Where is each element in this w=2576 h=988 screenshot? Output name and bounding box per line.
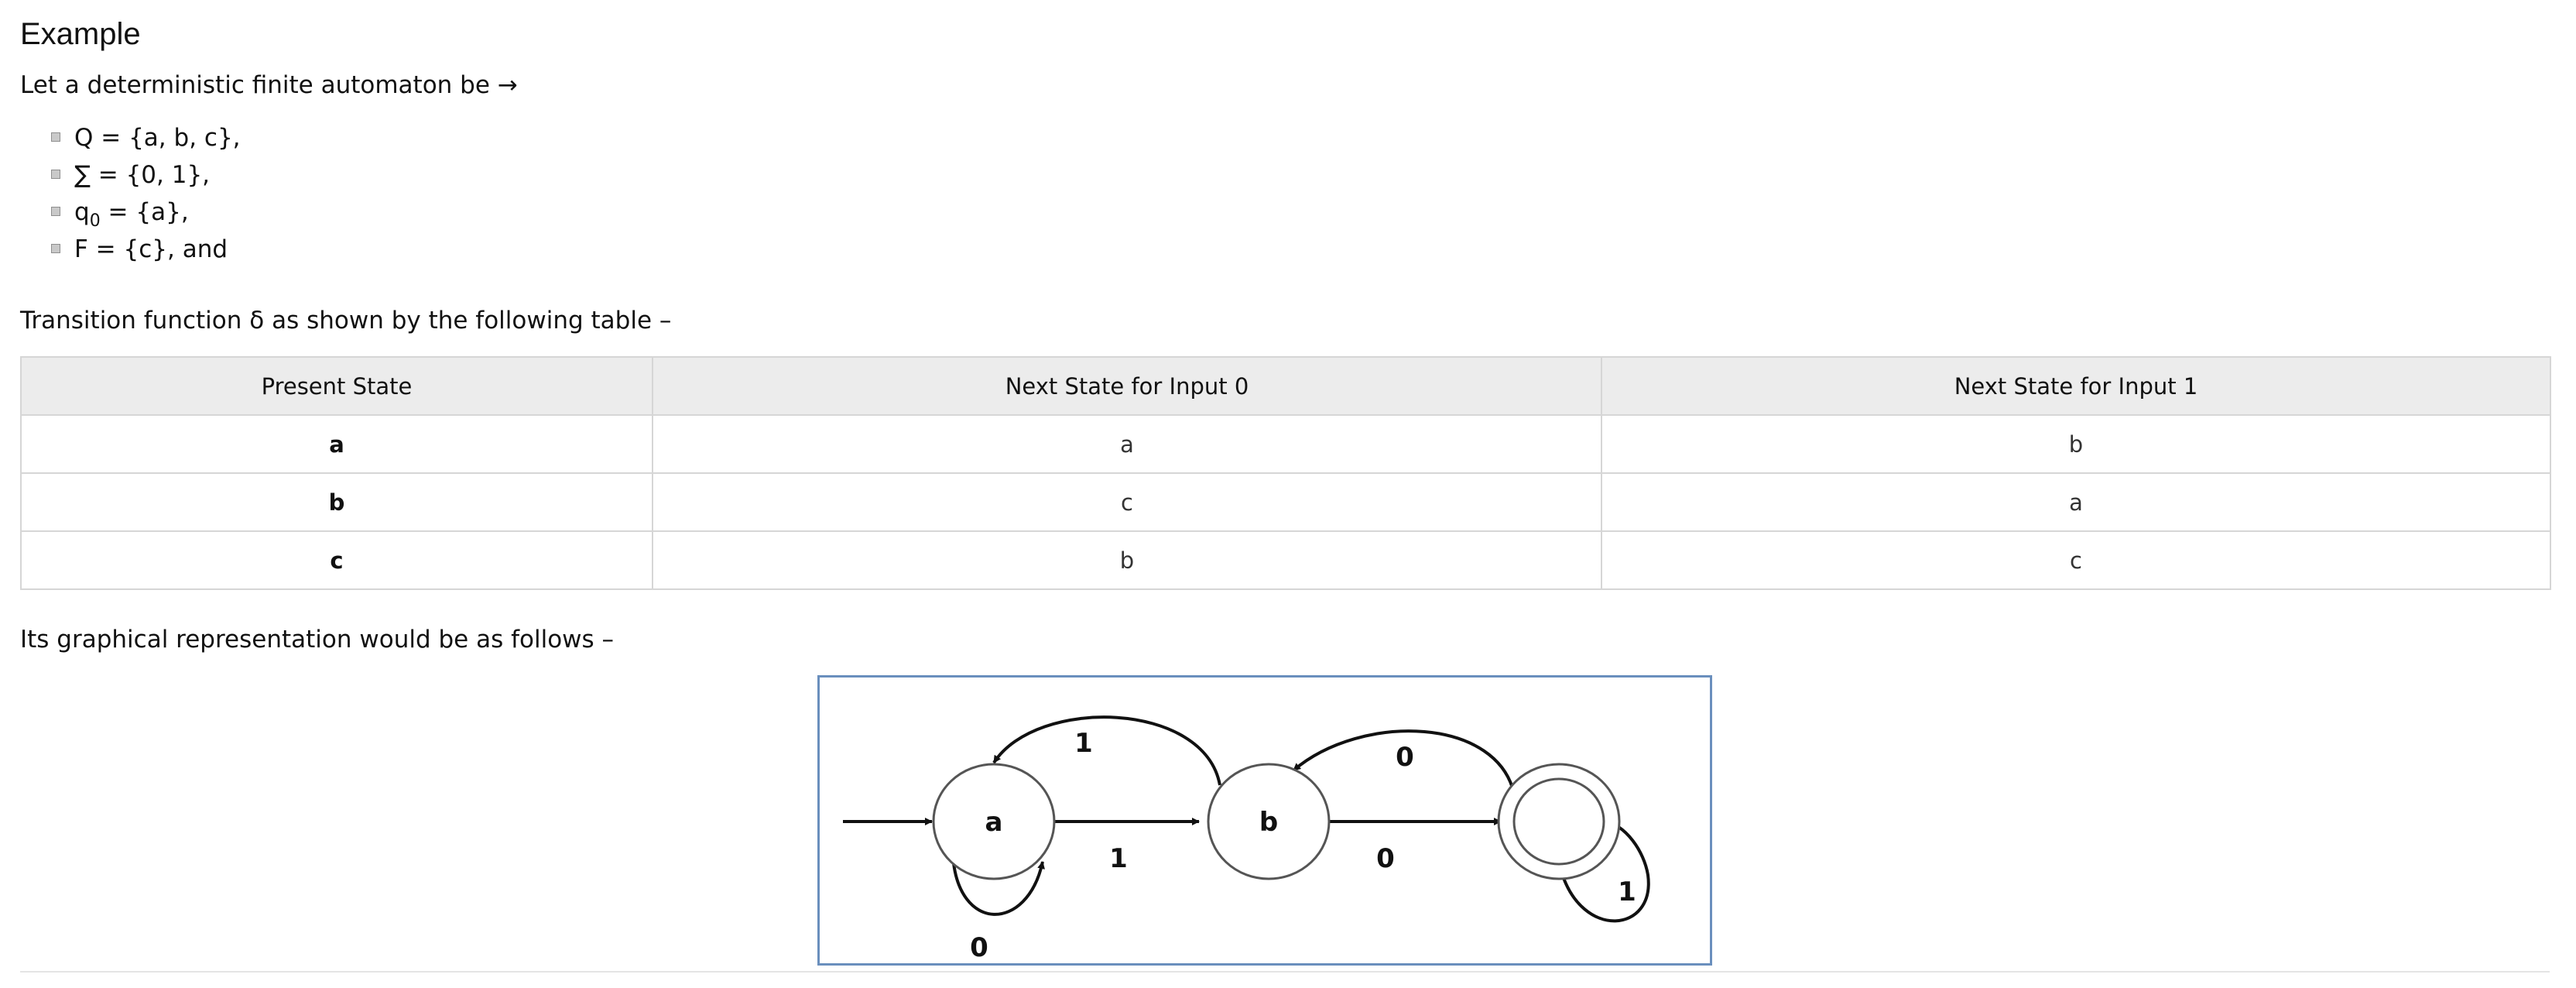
state-c-inner-circle: [1512, 777, 1605, 866]
graph-intro-text: Its graphical representation would be as…: [20, 626, 615, 654]
list-item: q0 = {a},: [51, 197, 241, 234]
table-cell: c: [652, 472, 1602, 532]
table-cell: b: [652, 530, 1602, 590]
transition-table: Present State Next State for Input 0 Nex…: [20, 356, 2551, 590]
edge-label-b-c: 0: [1376, 843, 1395, 874]
divider: [20, 971, 2550, 973]
table-row: c b c: [20, 530, 2551, 590]
dfa-diagram: a b 1 1 0 0 0 1: [817, 675, 1712, 966]
edge-label-a-b: 1: [1109, 843, 1128, 874]
table-cell: a: [1601, 472, 2551, 532]
bullet-icon: [51, 244, 60, 253]
state-a-label: a: [985, 807, 1003, 838]
table-cell: a: [652, 414, 1602, 474]
transition-intro-text: Transition function δ as shown by the fo…: [20, 307, 672, 334]
state-b-label: b: [1259, 807, 1278, 838]
table-cell: b: [1601, 414, 2551, 474]
table-header-row: Present State Next State for Input 0 Nex…: [20, 356, 2551, 416]
edge-label-b-a: 1: [1074, 728, 1093, 759]
list-item: F = {c}, and: [51, 234, 241, 271]
edge-label-c-b: 0: [1396, 742, 1414, 773]
table-row: a a b: [20, 414, 2551, 474]
bullet-icon: [51, 170, 60, 179]
page-title: Example: [20, 17, 141, 51]
column-header: Present State: [20, 356, 653, 416]
bullet-icon: [51, 132, 60, 142]
edge-label-c-c: 1: [1618, 877, 1636, 907]
table-cell: c: [20, 530, 653, 590]
edge-label-a-a: 0: [970, 932, 988, 963]
table-row: b c a: [20, 472, 2551, 532]
table-cell: a: [20, 414, 653, 474]
intro-text: Let a deterministic finite automaton be …: [20, 71, 518, 99]
subscript: 0: [89, 211, 101, 231]
list-item: Q = {a, b, c},: [51, 122, 241, 160]
list-item: ∑ = {0, 1},: [51, 160, 241, 197]
bullet-icon: [51, 207, 60, 216]
table-cell: c: [1601, 530, 2551, 590]
definition-list: Q = {a, b, c}, ∑ = {0, 1}, q0 = {a}, F =…: [51, 122, 241, 271]
column-header: Next State for Input 1: [1601, 356, 2551, 416]
state-diagram-svg: a b 1 1 0 0 0 1: [843, 715, 1650, 963]
column-header: Next State for Input 0: [652, 356, 1602, 416]
table-cell: b: [20, 472, 653, 532]
